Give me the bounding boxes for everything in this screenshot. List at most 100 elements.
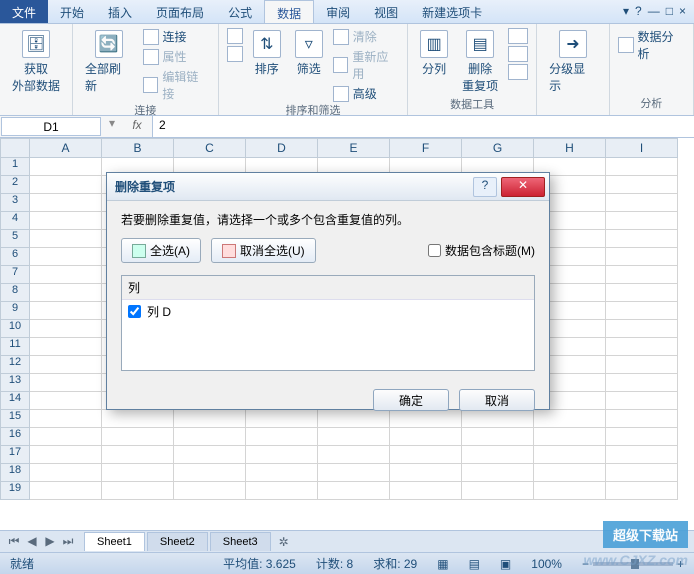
cell[interactable] <box>246 446 318 464</box>
cell[interactable] <box>246 482 318 500</box>
close-icon[interactable]: × <box>679 4 686 19</box>
row-header[interactable]: 19 <box>0 482 30 500</box>
formula-input[interactable]: 2 <box>152 116 694 137</box>
minimize-icon[interactable]: — <box>648 4 660 19</box>
row-header[interactable]: 14 <box>0 392 30 410</box>
cell[interactable] <box>462 428 534 446</box>
row-header[interactable]: 1 <box>0 158 30 176</box>
tab-review[interactable]: 审阅 <box>314 0 362 23</box>
row-header[interactable]: 13 <box>0 374 30 392</box>
row-header[interactable]: 9 <box>0 302 30 320</box>
cell[interactable] <box>102 446 174 464</box>
tab-home[interactable]: 开始 <box>48 0 96 23</box>
cell[interactable] <box>318 464 390 482</box>
unselect-all-button[interactable]: 取消全选(U) <box>211 238 316 263</box>
row-header[interactable]: 15 <box>0 410 30 428</box>
row-header[interactable]: 16 <box>0 428 30 446</box>
dialog-close-button[interactable]: ✕ <box>501 177 545 197</box>
ok-button[interactable]: 确定 <box>373 389 449 411</box>
cancel-button[interactable]: 取消 <box>459 389 535 411</box>
sort-button[interactable]: ⇅排序 <box>249 28 285 79</box>
cell[interactable] <box>318 446 390 464</box>
list-item[interactable]: 列 D <box>122 300 534 323</box>
cell[interactable] <box>30 284 102 302</box>
cell[interactable] <box>606 158 678 176</box>
cell[interactable] <box>102 482 174 500</box>
cell[interactable] <box>606 392 678 410</box>
cell[interactable] <box>606 338 678 356</box>
cell[interactable] <box>174 428 246 446</box>
cell[interactable] <box>30 410 102 428</box>
row-header[interactable]: 10 <box>0 320 30 338</box>
cell[interactable] <box>606 374 678 392</box>
cell[interactable] <box>606 410 678 428</box>
col-header[interactable]: I <box>606 138 678 158</box>
cell[interactable] <box>30 248 102 266</box>
get-external-data-button[interactable]: 🗄获取 外部数据 <box>8 28 64 96</box>
outline-button[interactable]: ➜分级显示 <box>545 28 600 96</box>
column-checkbox[interactable] <box>128 305 141 318</box>
col-header[interactable]: F <box>390 138 462 158</box>
cell[interactable] <box>534 446 606 464</box>
advanced-button[interactable]: 高级 <box>333 85 399 102</box>
cell[interactable] <box>606 176 678 194</box>
cell[interactable] <box>30 356 102 374</box>
columns-listbox[interactable]: 列 列 D <box>121 275 535 371</box>
cell[interactable] <box>30 392 102 410</box>
select-all-corner[interactable] <box>0 138 30 158</box>
cell[interactable] <box>606 320 678 338</box>
properties-button[interactable]: 属性 <box>143 48 210 65</box>
remove-duplicates-button[interactable]: ▤删除 重复项 <box>458 28 502 96</box>
cell[interactable] <box>30 302 102 320</box>
cell[interactable] <box>606 428 678 446</box>
tab-nav-first[interactable]: ⏮ <box>6 534 22 549</box>
col-header[interactable]: E <box>318 138 390 158</box>
cell[interactable] <box>390 428 462 446</box>
cell[interactable] <box>102 464 174 482</box>
view-normal-icon[interactable]: ▦ <box>437 557 448 571</box>
help-icon[interactable]: ? <box>635 4 642 19</box>
tab-nav-last[interactable]: ⏭ <box>60 534 76 549</box>
clear-button[interactable]: 清除 <box>333 28 399 45</box>
tab-formula[interactable]: 公式 <box>216 0 264 23</box>
cell[interactable] <box>606 302 678 320</box>
col-header[interactable]: A <box>30 138 102 158</box>
cell[interactable] <box>390 446 462 464</box>
tab-data[interactable]: 数据 <box>264 0 314 23</box>
dialog-help-button[interactable]: ? <box>473 177 497 197</box>
row-header[interactable]: 8 <box>0 284 30 302</box>
cell[interactable] <box>30 158 102 176</box>
consolidate-icon[interactable] <box>508 46 528 62</box>
view-layout-icon[interactable]: ▤ <box>469 557 480 571</box>
sort-asc-button[interactable] <box>227 28 243 44</box>
cell[interactable] <box>606 230 678 248</box>
cell[interactable] <box>606 212 678 230</box>
tab-nav-prev[interactable]: ◀ <box>24 534 40 549</box>
cell[interactable] <box>102 428 174 446</box>
col-header[interactable]: H <box>534 138 606 158</box>
tab-nav-next[interactable]: ▶ <box>42 534 58 549</box>
cell[interactable] <box>534 482 606 500</box>
tab-new[interactable]: 新建选项卡 <box>410 0 494 23</box>
sort-desc-button[interactable] <box>227 46 243 62</box>
tab-view[interactable]: 视图 <box>362 0 410 23</box>
sheet-tab-3[interactable]: Sheet3 <box>210 532 271 551</box>
cell[interactable] <box>390 464 462 482</box>
cell[interactable] <box>606 248 678 266</box>
cell[interactable] <box>390 482 462 500</box>
cell[interactable] <box>606 194 678 212</box>
cell[interactable] <box>30 464 102 482</box>
sheet-tab-2[interactable]: Sheet2 <box>147 532 208 551</box>
cell[interactable] <box>606 464 678 482</box>
cell[interactable] <box>462 464 534 482</box>
cell[interactable] <box>174 446 246 464</box>
reapply-button[interactable]: 重新应用 <box>333 48 399 82</box>
cell[interactable] <box>462 446 534 464</box>
cell[interactable] <box>174 482 246 500</box>
row-header[interactable]: 4 <box>0 212 30 230</box>
select-all-button[interactable]: 全选(A) <box>121 238 201 263</box>
cell[interactable] <box>30 338 102 356</box>
row-header[interactable]: 5 <box>0 230 30 248</box>
cell[interactable] <box>30 320 102 338</box>
col-header[interactable]: B <box>102 138 174 158</box>
